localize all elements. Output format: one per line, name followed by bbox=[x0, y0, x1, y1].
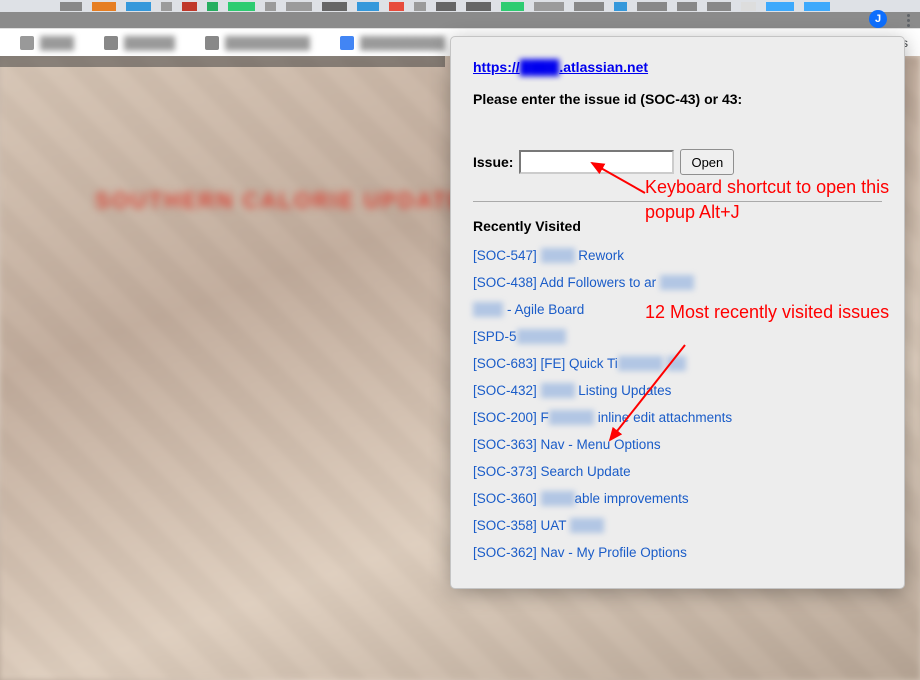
browser-tab[interactable] bbox=[265, 2, 276, 11]
recent-issue-link[interactable]: [SOC-362] Nav - My Profile Options bbox=[473, 545, 882, 560]
recent-issue-link[interactable]: [SOC-438] Add Followers to ar bbox=[473, 275, 882, 290]
browser-tab[interactable] bbox=[207, 2, 217, 11]
url-domain: .atlassian.net bbox=[559, 59, 648, 75]
issue-input-row: Issue: Open bbox=[473, 149, 882, 175]
bookmark-item[interactable]: ██████████ bbox=[340, 36, 445, 50]
bookmark-label: ██████████ bbox=[225, 36, 310, 50]
bookmark-label: ██████████ bbox=[360, 36, 445, 50]
browser-tab[interactable] bbox=[614, 2, 628, 11]
recent-header: Recently Visited bbox=[473, 218, 882, 234]
jira-popup: https://████.atlassian.net Please enter … bbox=[450, 36, 905, 589]
recent-list: [SOC-547] Rework [SOC-438] Add Followers … bbox=[473, 248, 882, 560]
browser-tab-strip bbox=[0, 0, 920, 12]
browser-tab[interactable] bbox=[574, 2, 604, 11]
browser-tab[interactable] bbox=[436, 2, 456, 11]
page-title-blurred: SOUTHERN CALORIE UPDATE bbox=[95, 188, 465, 214]
recent-issue-link[interactable]: [SOC-363] Nav - Menu Options bbox=[473, 437, 882, 452]
bookmark-icon bbox=[340, 36, 354, 50]
prompt-text: Please enter the issue id (SOC-43) or 43… bbox=[473, 91, 882, 107]
bookmark-icon bbox=[20, 36, 34, 50]
bookmark-label: ████ bbox=[40, 36, 74, 50]
recent-issue-link[interactable]: [SOC-547] Rework bbox=[473, 248, 882, 263]
url-subdomain: ████ bbox=[520, 59, 560, 75]
bookmark-icon bbox=[205, 36, 219, 50]
recent-issue-link[interactable]: [SOC-200] F inline edit attachments bbox=[473, 410, 882, 425]
browser-tab[interactable] bbox=[357, 2, 379, 11]
bookmark-item[interactable]: ██████████ bbox=[205, 36, 310, 50]
browser-tab[interactable] bbox=[414, 2, 426, 11]
issue-input[interactable] bbox=[519, 150, 674, 174]
browser-tab[interactable] bbox=[228, 2, 255, 11]
instance-url-link[interactable]: https://████.atlassian.net bbox=[473, 59, 648, 75]
browser-tab[interactable] bbox=[804, 2, 830, 11]
browser-tab[interactable] bbox=[534, 2, 564, 11]
browser-tab[interactable] bbox=[389, 2, 404, 11]
browser-tab[interactable] bbox=[60, 2, 82, 11]
recent-issue-link[interactable]: [SOC-683] [FE] Quick Ti bbox=[473, 356, 882, 371]
browser-tab[interactable] bbox=[707, 2, 731, 11]
recent-issue-link[interactable]: [SOC-358] UAT bbox=[473, 518, 882, 533]
browser-tab[interactable] bbox=[501, 2, 524, 11]
browser-tab[interactable] bbox=[286, 2, 312, 11]
browser-tab[interactable] bbox=[677, 2, 697, 11]
browser-tab[interactable] bbox=[161, 2, 172, 11]
browser-tab[interactable] bbox=[766, 2, 794, 11]
bookmark-label: ██████ bbox=[124, 36, 175, 50]
url-scheme: https:// bbox=[473, 59, 520, 75]
bookmark-item[interactable]: ██████ bbox=[104, 36, 175, 50]
recent-issue-link[interactable]: - Agile Board bbox=[473, 302, 882, 317]
recent-issue-link[interactable]: [SPD-5 bbox=[473, 329, 882, 344]
browser-menu-icon[interactable] bbox=[907, 14, 910, 27]
bookmark-icon bbox=[104, 36, 118, 50]
page-header-strip bbox=[0, 56, 445, 67]
bookmark-item[interactable]: ████ bbox=[20, 36, 74, 50]
browser-tab[interactable] bbox=[741, 2, 756, 11]
browser-tab[interactable] bbox=[322, 2, 347, 11]
extension-badge[interactable]: J bbox=[869, 10, 887, 28]
issue-label: Issue: bbox=[473, 154, 513, 170]
recent-issue-link[interactable]: [SOC-373] Search Update bbox=[473, 464, 882, 479]
recent-issue-link[interactable]: [SOC-360] able improvements bbox=[473, 491, 882, 506]
divider bbox=[473, 201, 882, 202]
open-button[interactable]: Open bbox=[680, 149, 734, 175]
recent-issue-link[interactable]: [SOC-432] Listing Updates bbox=[473, 383, 882, 398]
browser-tab[interactable] bbox=[637, 2, 667, 11]
browser-tab[interactable] bbox=[126, 2, 152, 11]
browser-tab[interactable] bbox=[182, 2, 197, 11]
browser-tab[interactable] bbox=[92, 2, 116, 11]
browser-tab[interactable] bbox=[466, 2, 491, 11]
